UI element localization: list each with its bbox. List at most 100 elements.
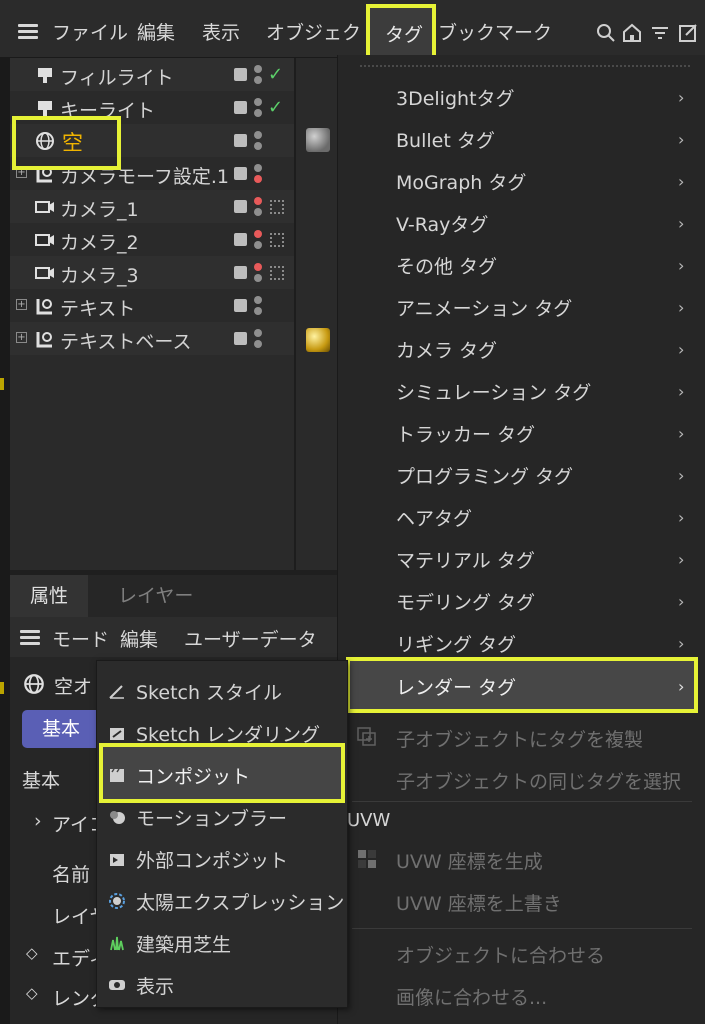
render-sub-motion-blur[interactable]: モーションブラー [136, 804, 287, 831]
enabled-check-icon[interactable]: ✓ [268, 64, 283, 85]
visibility-dots[interactable] [254, 197, 262, 217]
visibility-dots[interactable] [254, 131, 262, 151]
attr-hamburger-icon[interactable] [20, 630, 40, 646]
diamond-icon: ◇ [26, 944, 38, 962]
attr-menu-mode[interactable]: モード [52, 625, 109, 652]
tag-menu-3delight[interactable]: 3Delightタグ [396, 84, 515, 111]
visibility-dots[interactable] [254, 164, 262, 184]
tag-menu-modeling[interactable]: モデリング タグ [396, 588, 535, 615]
external-composite-icon [110, 854, 124, 866]
camera-target-icon[interactable] [270, 266, 284, 280]
external-icon[interactable] [678, 22, 698, 44]
tab-attributes[interactable]: 属性 [10, 575, 89, 617]
null-object-icon [36, 299, 52, 315]
menu-tag[interactable]: タグ [366, 4, 436, 59]
light-icon [38, 68, 52, 83]
object-name: テキスト [60, 298, 136, 320]
visibility-dots[interactable] [254, 296, 262, 316]
edit-toggle-icon[interactable] [234, 332, 247, 345]
object-row[interactable]: + テキストベース [10, 322, 294, 355]
render-sub-sun-expression[interactable]: 太陽エクスプレッション [136, 888, 344, 915]
tag-menu-simulation[interactable]: シミュレーション タグ [396, 378, 591, 405]
menu-object[interactable]: オブジェクト [266, 18, 380, 45]
object-row[interactable]: フィルライト ✓ [10, 58, 294, 91]
visibility-dots[interactable] [254, 65, 262, 85]
object-row[interactable]: カメラ_1 [10, 190, 294, 223]
visibility-dots[interactable] [254, 98, 262, 118]
camera-target-icon[interactable] [270, 233, 284, 247]
render-sub-sketch-style[interactable]: Sketch スタイル [136, 678, 282, 705]
tag-menu-copy-to-children[interactable]: 子オブジェクトにタグを複製 [396, 725, 643, 752]
tag-menu-tracker[interactable]: トラッカー タグ [396, 420, 535, 447]
menu-bookmark[interactable]: ブックマーク [438, 18, 552, 45]
search-icon[interactable] [596, 22, 616, 44]
tab-layers[interactable]: レイヤー [98, 575, 213, 617]
attr-menu-edit[interactable]: 編集 [120, 625, 158, 652]
camera-target-icon[interactable] [270, 200, 284, 214]
tag-menu-select-child-tags[interactable]: 子オブジェクトの同じタグを選択 [396, 767, 681, 794]
hamburger-menu-icon[interactable] [18, 24, 38, 40]
sketch-render-icon [110, 728, 124, 740]
submenu-arrow-icon: › [678, 424, 685, 443]
edit-toggle-icon[interactable] [234, 68, 247, 81]
submenu-arrow-icon: › [678, 634, 685, 653]
edit-toggle-icon[interactable] [234, 167, 247, 180]
tag-menu-rigging[interactable]: リギング タグ [396, 630, 516, 657]
object-row[interactable]: カメラ_3 [10, 256, 294, 289]
tag-menu-hair[interactable]: ヘアタグ [396, 504, 472, 531]
duplicate-tag-icon [357, 727, 376, 746]
material-tag-grey[interactable] [306, 128, 330, 152]
tag-menu-camera[interactable]: カメラ タグ [396, 336, 497, 363]
edit-toggle-icon[interactable] [234, 299, 247, 312]
tag-menu-fit-to-object[interactable]: オブジェクトに合わせる [396, 941, 605, 968]
enabled-check-icon[interactable]: ✓ [268, 97, 283, 118]
tag-menu-programming[interactable]: プログラミング タグ [396, 462, 573, 489]
tag-context-menu [337, 55, 705, 1024]
object-row[interactable]: + テキスト [10, 289, 294, 322]
tag-menu-overwrite-uvw[interactable]: UVW 座標を上書き [396, 889, 562, 916]
tag-menu-material[interactable]: マテリアル タグ [396, 546, 535, 573]
tag-menu-render[interactable]: レンダー タグ [396, 673, 516, 700]
expand-icon[interactable]: + [16, 299, 27, 310]
tag-menu-generate-uvw[interactable]: UVW 座標を生成 [396, 847, 543, 874]
sun-icon [109, 893, 125, 909]
sky-globe-icon [24, 674, 44, 694]
motion-blur-icon [110, 811, 125, 824]
menu-edit[interactable]: 編集 [137, 18, 175, 45]
edit-toggle-icon[interactable] [234, 101, 247, 114]
menu-file[interactable]: ファイル [52, 18, 128, 45]
tag-menu-animation[interactable]: アニメーション タグ [396, 294, 572, 321]
attr-row-chevron[interactable]: › [34, 810, 42, 832]
tag-menu-other[interactable]: その他 タグ [396, 252, 497, 279]
expand-icon[interactable]: + [16, 332, 27, 343]
object-name: テキストベース [60, 331, 192, 353]
tag-menu-fit-to-image[interactable]: 画像に合わせる... [396, 983, 547, 1010]
edge-marker [0, 378, 4, 390]
column-separator [294, 58, 296, 570]
render-sub-composite[interactable]: コンポジット [136, 762, 250, 789]
tag-menu-mograph[interactable]: MoGraph タグ [396, 168, 526, 195]
menu-view[interactable]: 表示 [202, 18, 240, 45]
edit-toggle-icon[interactable] [234, 200, 247, 213]
visibility-dots[interactable] [254, 230, 262, 250]
visibility-dots[interactable] [254, 329, 262, 349]
render-sub-external-composite[interactable]: 外部コンポジット [136, 846, 288, 873]
edit-toggle-icon[interactable] [234, 233, 247, 246]
edit-toggle-icon[interactable] [234, 134, 247, 147]
tag-menu-vray[interactable]: V-Rayタグ [396, 210, 488, 237]
render-sub-arch-grass[interactable]: 建築用芝生 [136, 930, 231, 957]
submenu-arrow-icon: › [678, 340, 685, 359]
material-tag-gold[interactable] [306, 328, 330, 352]
attr-menu-userdata[interactable]: ユーザーデータ [184, 625, 317, 652]
menu-tear-off-grip[interactable] [360, 65, 690, 69]
basic-tab-button[interactable]: 基本 [22, 710, 102, 748]
tag-menu-bullet[interactable]: Bullet タグ [396, 126, 495, 153]
object-row[interactable]: カメラ_2 [10, 223, 294, 256]
visibility-dots[interactable] [254, 263, 262, 283]
display-eye-icon [109, 980, 125, 990]
render-sub-display[interactable]: 表示 [136, 972, 174, 999]
filter-icon[interactable] [650, 22, 670, 44]
home-icon[interactable] [622, 22, 642, 44]
edit-toggle-icon[interactable] [234, 266, 247, 279]
left-edge-strip [0, 58, 10, 1024]
